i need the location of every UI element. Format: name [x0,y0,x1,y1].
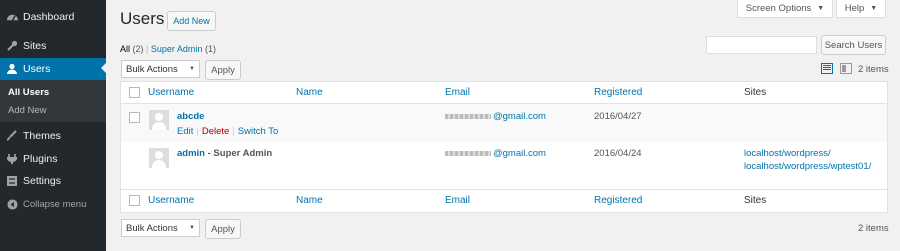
collapse-menu-button[interactable]: Collapse menu [0,194,106,214]
username-link[interactable]: admin [177,148,205,159]
users-table: Username Name Email Registered Sites abc… [120,81,888,213]
column-name[interactable]: Name [296,87,323,98]
username-link[interactable]: abcde [177,111,204,122]
sidebar-item-label: Themes [23,130,61,142]
column-email[interactable]: Email [445,87,470,98]
registered-date: 2016/04/24 [594,148,642,159]
user-role-filters: All (2) | Super Admin (1) [120,44,216,54]
filter-super-admin-count: (1) [204,44,216,54]
email-link[interactable]: @gmail.com [493,148,546,159]
bulk-actions-select-top[interactable]: Bulk Actions ▼ [121,60,200,78]
sidebar-item-plugins[interactable]: Plugins [0,149,106,169]
edit-link[interactable]: Edit [177,126,193,137]
submenu-add-new[interactable]: Add New [8,105,47,116]
screen-options-button[interactable]: Screen Options ▼ [737,0,833,18]
avatar [149,148,169,168]
sidebar-item-label: Plugins [23,153,58,165]
column-username[interactable]: Username [148,87,194,98]
filter-separator: | [146,44,149,54]
items-count-bottom: 2 items [858,223,889,234]
user-role-label: - Super Admin [204,148,273,159]
email-cell[interactable]: @gmail.com [445,148,546,159]
column-registered[interactable]: Registered [594,87,642,98]
avatar [149,110,169,130]
users-submenu: All Users Add New [0,80,106,122]
row-checkbox[interactable] [129,112,140,123]
filter-all[interactable]: All [120,44,130,54]
select-all-checkbox-footer[interactable] [129,195,140,206]
apply-button-bottom[interactable]: Apply [205,219,241,239]
collapse-arrow-icon [4,196,20,212]
column-email[interactable]: Email [445,195,470,206]
redacted-email-prefix [445,150,491,156]
actions-separator: | [232,126,235,137]
brush-icon [4,128,20,144]
search-users-button[interactable]: Search Users [821,35,886,55]
admin-sidebar: Dashboard Sites Users All Users Add New … [0,0,106,251]
help-label: Help [844,3,865,14]
site-link[interactable]: localhost/wordpress/ [744,148,831,159]
select-all-checkbox[interactable] [129,87,140,98]
column-sites: Sites [744,87,767,98]
delete-link[interactable]: Delete [202,126,229,137]
plug-icon [4,151,20,167]
sidebar-item-themes[interactable]: Themes [0,126,106,146]
column-sites: Sites [744,195,767,206]
username-cell: admin - Super Admin [177,148,272,159]
excerpt-view-icon[interactable] [840,63,852,74]
select-arrow-icon: ▼ [189,225,195,231]
apply-button-top[interactable]: Apply [205,60,241,80]
bulk-actions-value: Bulk Actions [126,63,178,75]
table-row: admin - Super Admin @gmail.com 2016/04/2… [121,142,887,187]
filter-all-count: (2) [132,44,144,54]
row-actions: Edit | Delete | Switch To [177,126,278,137]
bulk-actions-select-bottom[interactable]: Bulk Actions ▼ [121,219,200,237]
sidebar-item-label: Settings [23,175,61,187]
search-users-input[interactable] [706,36,817,54]
dashboard-icon [4,9,20,25]
filter-super-admin[interactable]: Super Admin [151,44,203,54]
user-icon [4,61,20,77]
sidebar-item-dashboard[interactable]: Dashboard [0,7,106,27]
bulk-actions-value: Bulk Actions [126,222,178,234]
sidebar-item-settings[interactable]: Settings [0,171,106,191]
site-link[interactable]: localhost/wordpress/wptest01/ [744,161,871,172]
submenu-all-users[interactable]: All Users [8,87,49,98]
sidebar-item-label: Sites [23,40,47,52]
actions-separator: | [196,126,199,137]
list-view-icon[interactable] [821,63,833,74]
settings-icon [4,173,20,189]
page-title: Users [120,9,165,28]
sidebar-item-label: Users [23,63,51,75]
table-row: abcde Edit | Delete | Switch To @gmail.com 2… [121,104,887,142]
caret-down-icon: ▼ [817,5,825,12]
items-count-top: 2 items [858,64,889,75]
help-button[interactable]: Help ▼ [836,0,886,18]
sidebar-item-sites[interactable]: Sites [0,36,106,56]
select-arrow-icon: ▼ [189,66,195,72]
column-name[interactable]: Name [296,195,323,206]
wrench-icon [4,38,20,54]
redacted-email-prefix [445,113,491,119]
table-header: Username Name Email Registered Sites [121,82,887,104]
screen-options-label: Screen Options [745,3,812,14]
collapse-menu-label: Collapse menu [23,198,87,210]
email-cell[interactable]: @gmail.com [445,111,546,122]
column-username[interactable]: Username [148,195,194,206]
caret-down-icon: ▼ [870,5,878,12]
registered-date: 2016/04/27 [594,111,642,122]
sidebar-item-users[interactable]: Users [0,58,106,80]
switch-to-link[interactable]: Switch To [238,126,278,137]
sidebar-item-label: Dashboard [23,11,75,23]
table-footer: Username Name Email Registered Sites [121,189,887,211]
email-link[interactable]: @gmail.com [493,111,546,122]
add-new-button[interactable]: Add New [167,11,216,31]
column-registered[interactable]: Registered [594,195,642,206]
